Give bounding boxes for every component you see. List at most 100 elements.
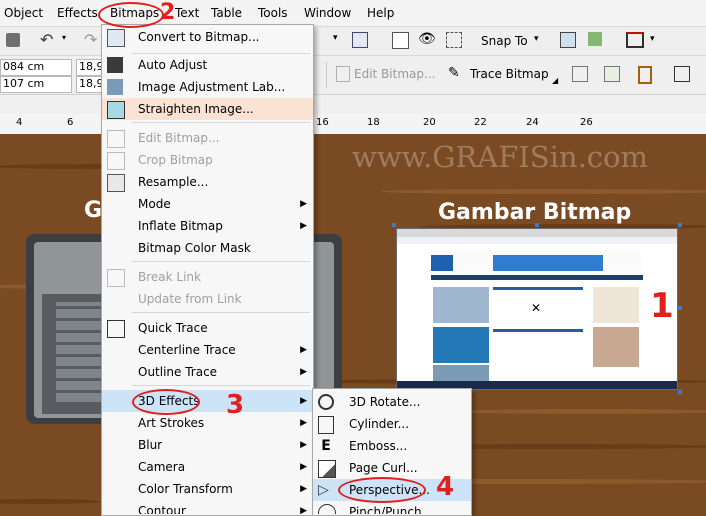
bitmap-color-mask-icon[interactable]: [638, 66, 652, 84]
menu-text[interactable]: Text: [175, 6, 199, 20]
selection-handle[interactable]: [535, 223, 539, 227]
menu-separator: [132, 312, 310, 313]
fullscreen-icon[interactable]: [352, 32, 368, 48]
sidebar-photos: [593, 327, 639, 367]
submenu-arrow-icon: ▶: [300, 396, 307, 406]
site-banner: [493, 255, 603, 271]
undo-icon[interactable]: ↶: [40, 30, 53, 49]
menu-item-update-from-link[interactable]: Update from Link: [102, 288, 313, 310]
list-icon[interactable]: [588, 32, 602, 46]
annotation-circle: [338, 477, 426, 503]
menu-item-label: Bitmap Color Mask: [138, 241, 251, 255]
ruler-tick-label: 4: [16, 117, 23, 128]
view-grid-icon[interactable]: [392, 32, 409, 49]
menu-item-label: Crop Bitmap: [138, 153, 213, 167]
trace-bitmap-button[interactable]: Trace Bitmap: [470, 67, 549, 81]
selection-handle[interactable]: [678, 223, 682, 227]
vector-title: G: [84, 198, 103, 223]
paste-icon[interactable]: [6, 33, 20, 47]
guidelines-icon[interactable]: [446, 32, 462, 48]
bitmap-title: Gambar Bitmap: [438, 200, 632, 225]
menu-item-crop-bitmap[interactable]: Crop Bitmap: [102, 149, 313, 171]
menu-item-label: Color Transform: [138, 482, 233, 496]
menu-item-bitmap-color-mask[interactable]: Bitmap Color Mask: [102, 237, 313, 259]
menu-tools[interactable]: Tools: [258, 6, 288, 20]
sidebar-widget: [593, 287, 639, 323]
menu-item-resample[interactable]: Resample...: [102, 171, 313, 193]
menu-effects[interactable]: Effects: [57, 6, 98, 20]
menu-item-emboss[interactable]: E Emboss...: [313, 435, 471, 457]
menu-item-break-link[interactable]: Break Link: [102, 266, 313, 288]
menu-item-camera[interactable]: Camera ▶: [102, 456, 313, 478]
break-link-icon: [107, 269, 125, 287]
browser-tabs: [397, 229, 677, 237]
convert-icon: [107, 29, 125, 47]
snap-to-dropdown[interactable]: Snap To: [481, 34, 528, 48]
submenu-arrow-icon: ▶: [300, 440, 307, 450]
menu-item-art-strokes[interactable]: Art Strokes ▶: [102, 412, 313, 434]
chevron-down-icon[interactable]: ▾: [650, 34, 655, 44]
selection-handle[interactable]: [678, 306, 682, 310]
menu-item-label: Emboss...: [349, 439, 408, 453]
submenu-arrow-icon: ▶: [300, 462, 307, 472]
menu-item-quick-trace[interactable]: Quick Trace: [102, 317, 313, 339]
menu-item-color-transform[interactable]: Color Transform ▶: [102, 478, 313, 500]
menu-item-outline-trace[interactable]: Outline Trace ▶: [102, 361, 313, 383]
menu-item-image-adjustment-lab[interactable]: Image Adjustment Lab...: [102, 76, 313, 98]
zoom-dropdown-arrow[interactable]: ▾: [333, 33, 338, 43]
selection-handle[interactable]: [392, 223, 396, 227]
menu-item-inflate-bitmap[interactable]: Inflate Bitmap ▶: [102, 215, 313, 237]
wood-grain: [460, 409, 706, 414]
menu-item-edit-bitmap[interactable]: Edit Bitmap...: [102, 127, 313, 149]
height-value: 107 cm: [3, 77, 45, 90]
menu-object[interactable]: Object: [4, 6, 43, 20]
height-field[interactable]: 107 cm: [0, 76, 72, 93]
edit-bitmap-icon: [107, 130, 125, 148]
selection-handle[interactable]: [678, 390, 682, 394]
menu-table[interactable]: Table: [211, 6, 242, 20]
scale-height-field[interactable]: 18,9: [76, 76, 104, 93]
pinch-punch-icon: [318, 504, 336, 514]
post-thumbnail: [433, 287, 489, 323]
menu-item-centerline-trace[interactable]: Centerline Trace ▶: [102, 339, 313, 361]
ruler-tick-label: 26: [580, 117, 593, 128]
submenu-arrow-icon: ▶: [300, 367, 307, 377]
menu-separator: [132, 385, 310, 386]
annotation-number: 2: [160, 0, 176, 25]
ruler-tick-label: 16: [316, 117, 329, 128]
width-field[interactable]: 084 cm: [0, 59, 72, 76]
wrap-text-icon[interactable]: [674, 66, 690, 82]
redo-icon[interactable]: ↷: [84, 30, 97, 49]
edit-bitmap-button[interactable]: Edit Bitmap...: [354, 67, 435, 81]
chevron-down-icon[interactable]: ▾: [534, 34, 539, 44]
launch-icon[interactable]: [626, 32, 644, 48]
submenu-arrow-icon: ▶: [300, 345, 307, 355]
straighten-icon: [107, 101, 125, 119]
ruler-tick-label: 24: [526, 117, 539, 128]
options-icon[interactable]: [560, 32, 576, 48]
submenu-arrow-icon: ▶: [300, 199, 307, 209]
menu-item-3d-rotate[interactable]: 3D Rotate...: [313, 391, 471, 413]
eye-icon[interactable]: 👁: [418, 31, 436, 47]
menu-item-auto-adjust[interactable]: Auto Adjust: [102, 54, 313, 76]
crop-icon[interactable]: [572, 66, 588, 82]
menu-item-label: Camera: [138, 460, 186, 474]
menu-item-convert-to-bitmap[interactable]: Convert to Bitmap...: [102, 26, 313, 48]
resample-icon[interactable]: [604, 66, 620, 82]
chevron-down-icon[interactable]: ◢: [552, 76, 558, 85]
menu-help[interactable]: Help: [367, 6, 394, 20]
scale-width-field[interactable]: 18,9: [76, 59, 104, 76]
menu-item-mode[interactable]: Mode ▶: [102, 193, 313, 215]
bitmap-image[interactable]: ✕: [396, 228, 678, 390]
menu-item-pinch-punch[interactable]: Pinch/Punch...: [313, 501, 471, 514]
menu-item-blur[interactable]: Blur ▶: [102, 434, 313, 456]
width-value: 084 cm: [3, 60, 45, 73]
emboss-icon: E: [321, 438, 331, 454]
menu-item-straighten-image[interactable]: Straighten Image...: [102, 98, 313, 120]
menu-window[interactable]: Window: [304, 6, 351, 20]
chevron-down-icon[interactable]: ▾: [62, 33, 66, 42]
menu-item-contour[interactable]: Contour ▶: [102, 500, 313, 514]
menu-item-cylinder[interactable]: Cylinder...: [313, 413, 471, 435]
adjustment-lab-icon: [107, 79, 123, 95]
menu-item-label: Break Link: [138, 270, 201, 284]
